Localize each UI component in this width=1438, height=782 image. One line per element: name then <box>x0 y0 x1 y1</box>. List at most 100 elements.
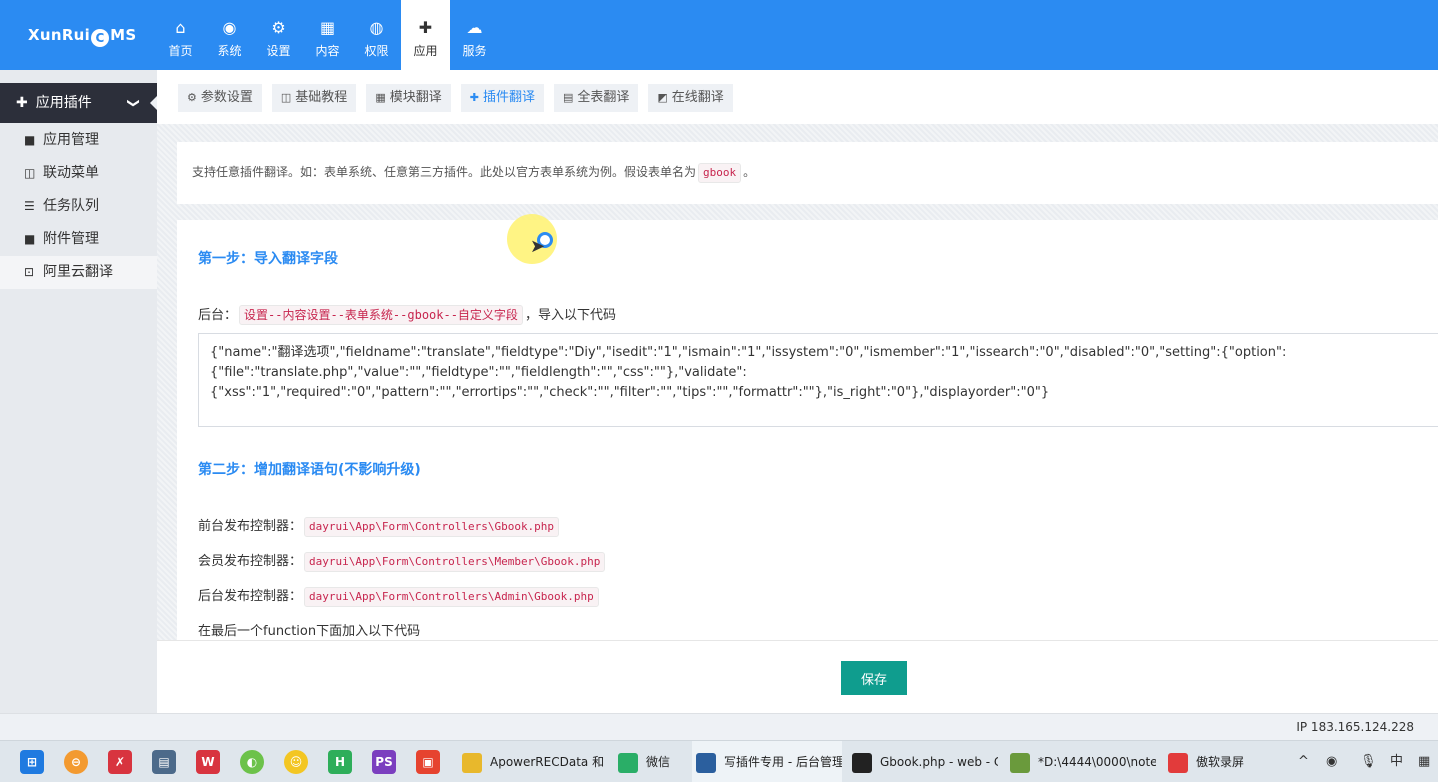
sidebar-item-1[interactable]: ■ 应用管理 <box>0 124 157 157</box>
phpstorm-icon[interactable]: PS <box>372 750 396 774</box>
sidebar-item-icon: ⊡ <box>24 265 35 279</box>
tray-grid-icon[interactable]: ▦ <box>1418 741 1430 782</box>
taskbar-app-icon <box>1168 752 1188 773</box>
taskbar-app-1[interactable]: ApowerRECData 和 2 <box>458 741 608 782</box>
tab-label: 全表翻译 <box>577 90 630 105</box>
app-yellow-icon[interactable]: ☺ <box>284 750 308 774</box>
sidebar-list: ■ 应用管理 ◫ 联动菜单 ☰ 任务队列 ■ 附件管理 ⊡ 阿里云翻译 <box>0 124 157 289</box>
logo[interactable]: XunRui C MS <box>28 26 136 47</box>
sidebar-item-icon: ☰ <box>24 199 35 213</box>
app-green-icon[interactable]: ◐ <box>240 750 264 774</box>
taskbar-app-label: *D:\4444\0000\notep <box>1038 755 1156 769</box>
logo-drop-icon: C <box>91 29 110 47</box>
chevron-down-icon: ❯ <box>126 97 141 109</box>
app-red-icon[interactable]: ▣ <box>416 750 440 774</box>
top-nav-label: 内容 <box>315 44 340 58</box>
controller-label: 会员发布控制器： <box>198 554 303 569</box>
notice-suffix: 。 <box>743 165 756 179</box>
app-tool-icon[interactable]: ✗ <box>108 750 132 774</box>
top-nav-item-2[interactable]: ◉ 系统 <box>205 0 254 70</box>
tab-icon: ▤ <box>562 91 574 104</box>
tab-bar: ⚙ 参数设置 ◫ 基础教程 ▦ 模块翻译 ✚ 插件翻译 ▤ 全表翻译 ◩ 在线翻译 <box>157 70 1438 124</box>
sidebar-item-4[interactable]: ■ 附件管理 <box>0 223 157 256</box>
sidebar-item-icon: ■ <box>24 133 36 147</box>
taskbar-app-icon <box>852 752 872 773</box>
top-nav-item-3[interactable]: ⚙ 设置 <box>254 0 303 70</box>
code-line: {"xss":"1","required":"0","pattern":"","… <box>210 385 1050 400</box>
wps-icon[interactable]: W <box>196 750 220 774</box>
controller-row: 后台发布控制器： dayrui\App\Form\Controllers\Admi… <box>198 586 601 608</box>
tab-icon: ◫ <box>280 91 292 104</box>
controller-path: dayrui\App\Form\Controllers\Admin\Gbook.… <box>304 587 599 607</box>
top-nav-label: 服务 <box>462 44 487 58</box>
tab-4[interactable]: ✚ 插件翻译 <box>460 84 544 112</box>
sidebar-item-2[interactable]: ◫ 联动菜单 <box>0 157 157 190</box>
tray-mic-icon[interactable]: 🎙 <box>1360 741 1377 782</box>
controller-label: 后台发布控制器： <box>198 589 303 604</box>
controller-path: dayrui\App\Form\Controllers\Member\Gbook… <box>304 552 606 572</box>
tab-label: 插件翻译 <box>482 90 535 105</box>
taskbar-app-6[interactable]: 傲软录屏 <box>1164 741 1274 782</box>
taskbar-app-icon <box>696 752 716 773</box>
taskbar-app-icon <box>1010 752 1030 773</box>
sidebar: ✚ 应用插件 ❯ ■ 应用管理 ◫ 联动菜单 ☰ 任务队列 ■ 附件管理 ⊡ 阿里云翻译 <box>0 70 158 713</box>
tab-icon: ◩ <box>657 91 668 104</box>
tab-label: 参数设置 <box>200 90 253 105</box>
ip-address: IP 183.165.124.228 <box>1296 720 1414 734</box>
controller-label: 前台发布控制器： <box>198 519 303 534</box>
notice-text: 支持任意插件翻译。如：表单系统、任意第三方插件。此处以官方表单系统为例。假设表单… <box>192 165 697 179</box>
top-nav-item-6[interactable]: ✚ 应用 <box>401 0 450 70</box>
top-nav-item-4[interactable]: ▦ 内容 <box>303 0 352 70</box>
top-nav-label: 设置 <box>266 44 291 58</box>
globe-icon: ◉ <box>222 18 237 37</box>
tab-label: 模块翻译 <box>389 90 442 105</box>
top-nav-item-7[interactable]: ☁ 服务 <box>450 0 499 70</box>
tray-wechat-icon[interactable]: ◉ <box>1326 741 1337 782</box>
taskbar-app-5[interactable]: *D:\4444\0000\notep <box>1006 741 1156 782</box>
puzzle-icon: ✚ <box>16 95 28 111</box>
top-nav-label: 权限 <box>364 44 389 58</box>
tray-ime-icon[interactable]: 中 <box>1390 741 1403 782</box>
sidebar-item-icon: ■ <box>24 232 36 246</box>
windows-taskbar: ⊞ ⊖ ✗ ▤ W ◐ ☺ H PS ▣ ApowerRECData 和 2 微信… <box>0 740 1438 782</box>
tab-3[interactable]: ▦ 模块翻译 <box>366 84 451 112</box>
taskbar-app-3[interactable]: 写插件专用 - 后台管理 <box>692 741 842 782</box>
tab-6[interactable]: ◩ 在线翻译 <box>648 84 733 112</box>
tab-5[interactable]: ▤ 全表翻译 <box>553 84 639 112</box>
sidebar-group-header[interactable]: ✚ 应用插件 ❯ <box>0 83 158 123</box>
puzzle-icon: ✚ <box>418 18 433 37</box>
step1-title: 第一步：导入翻译字段 <box>198 251 338 267</box>
top-nav-item-5[interactable]: ◍ 权限 <box>352 0 401 70</box>
notice-code: gbook <box>698 163 742 183</box>
browser-icon[interactable]: ⊖ <box>64 750 88 774</box>
step1-path: 设置--内容设置--表单系统--gbook--自定义字段 <box>239 305 523 325</box>
tab-label: 基础教程 <box>295 90 348 105</box>
tabs: ⚙ 参数设置 ◫ 基础教程 ▦ 模块翻译 ✚ 插件翻译 ▤ 全表翻译 ◩ 在线翻译 <box>178 84 743 112</box>
sidebar-item-5[interactable]: ⊡ 阿里云翻译 <box>0 256 157 289</box>
top-nav-item-1[interactable]: ⌂ 首页 <box>156 0 205 70</box>
tab-1[interactable]: ⚙ 参数设置 <box>178 84 262 112</box>
taskbar-app-label: 微信 <box>646 755 671 769</box>
sidebar-item-3[interactable]: ☰ 任务队列 <box>0 190 157 223</box>
sidebar-item-label: 应用管理 <box>43 132 99 148</box>
logo-text-suffix: MS <box>110 26 137 44</box>
content-panel: 第一步：导入翻译字段 后台： 设置--内容设置--表单系统--gbook--自定义… <box>177 220 1438 640</box>
save-button[interactable]: 保存 <box>841 661 907 695</box>
grid-icon: ▦ <box>319 18 336 37</box>
hbuilder-icon[interactable]: H <box>328 750 352 774</box>
top-nav-label: 首页 <box>168 44 193 58</box>
tab-icon: ✚ <box>469 91 479 104</box>
step1-code-box[interactable]: {"name":"翻译选项","fieldname":"translate","… <box>198 333 1438 427</box>
cloud-icon: ☁ <box>466 18 483 37</box>
top-header: XunRui C MS ⌂ 首页 ◉ 系统 ⚙ 设置 ▦ 内容 ◍ 权限 ✚ 应用 ☁ 服务 <box>0 0 1438 70</box>
tab-icon: ⚙ <box>187 91 197 104</box>
tray-chevron-icon[interactable]: ^ <box>1298 741 1309 782</box>
taskbar-app-label: 写插件专用 - 后台管理 <box>724 755 842 769</box>
taskbar-app-4[interactable]: Gbook.php - web - C <box>848 741 998 782</box>
taskbar-app-2[interactable]: 微信 <box>614 741 684 782</box>
app-desktop-icon[interactable]: ▤ <box>152 750 176 774</box>
sidebar-group-label: 应用插件 <box>35 95 92 111</box>
tab-2[interactable]: ◫ 基础教程 <box>271 84 357 112</box>
top-nav-label: 应用 <box>413 44 438 58</box>
windows-start-icon[interactable]: ⊞ <box>20 750 44 774</box>
